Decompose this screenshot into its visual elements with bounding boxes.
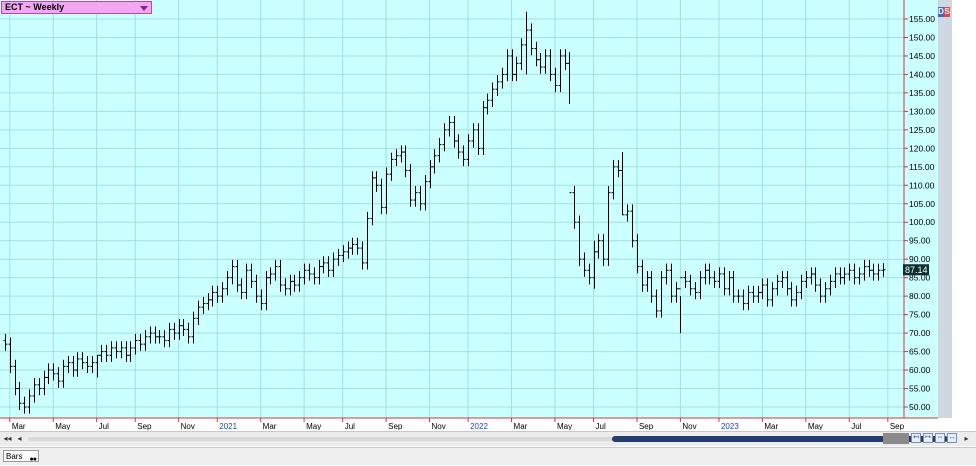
x-tick-label: May bbox=[55, 422, 70, 430]
fit-icon[interactable]: ⇔ bbox=[935, 433, 945, 443]
scroll-right-icon[interactable]: ▸ bbox=[962, 434, 971, 443]
y-tick-label: 105.00 bbox=[909, 199, 935, 209]
x-tick-label: 2022 bbox=[470, 422, 488, 430]
y-tick-label: 130.00 bbox=[909, 106, 935, 116]
scroll-first-icon[interactable]: ◂◂ bbox=[3, 434, 12, 443]
y-tick-label: 100.00 bbox=[909, 217, 935, 227]
y-tick-label: 80.00 bbox=[909, 291, 931, 301]
status-bar: Bars ●● bbox=[0, 447, 976, 465]
x-tick-label: May bbox=[808, 422, 823, 430]
x-tick-label: Jul bbox=[99, 422, 109, 430]
x-tick-label: 2023 bbox=[721, 422, 739, 430]
x-tick-label: Jul bbox=[851, 422, 861, 430]
x-tick-label: Nov bbox=[181, 422, 195, 430]
x-tick-label: Mar bbox=[514, 422, 528, 430]
x-tick-label: Sep bbox=[890, 422, 905, 430]
x-tick-label: Sep bbox=[137, 422, 152, 430]
y-tick-label: 95.00 bbox=[909, 236, 931, 246]
bars-tab-label: Bars bbox=[6, 452, 23, 461]
y-tick-label: 135.00 bbox=[909, 88, 935, 98]
scroll-filler bbox=[883, 433, 909, 444]
time-axis: Mar May Jul Sep Nov 2021 Mar May Jul Sep Nov 2022 Ma… bbox=[9, 418, 905, 430]
x-tick-label: Nov bbox=[682, 422, 696, 430]
y-tick-label: 50.00 bbox=[909, 402, 931, 412]
y-tick-label: 110.00 bbox=[909, 180, 935, 190]
x-tick-label: Nov bbox=[432, 422, 446, 430]
x-tick-label: Mar bbox=[764, 422, 778, 430]
bars-tab[interactable]: Bars ●● bbox=[3, 450, 39, 463]
scroll-left-icon[interactable]: ◂ bbox=[15, 434, 24, 443]
x-tick-label: Sep bbox=[639, 422, 654, 430]
x-tick-label: May bbox=[557, 422, 572, 430]
symbol-label: ECT ~ Weekly bbox=[5, 2, 65, 12]
y-tick-label: 55.00 bbox=[909, 384, 931, 394]
y-tick-label: 145.00 bbox=[909, 51, 935, 61]
y-tick-label: 90.00 bbox=[909, 254, 931, 264]
zoom-in-icon[interactable]: ↦ bbox=[923, 433, 933, 443]
s-badge-icon: S bbox=[944, 7, 950, 17]
right-panel-margin bbox=[952, 0, 976, 418]
y-tick-label: 70.00 bbox=[909, 328, 931, 338]
price-chart: 50.0055.0060.0065.0070.0075.0080.0085.00… bbox=[0, 0, 976, 430]
x-tick-label: May bbox=[306, 422, 321, 430]
y-tick-label: 65.00 bbox=[909, 347, 931, 357]
x-tick-label: Mar bbox=[263, 422, 277, 430]
chevron-down-icon[interactable] bbox=[140, 6, 148, 11]
y-tick-label: 120.00 bbox=[909, 143, 935, 153]
x-tick-label: Sep bbox=[388, 422, 403, 430]
time-scrollbar[interactable]: ◂◂ ◂ ↤ ↦ ⇔ ↔ ▸ bbox=[0, 431, 976, 446]
data-source-badge[interactable]: DS bbox=[938, 7, 951, 18]
last-price-value: 87.14 bbox=[905, 265, 928, 275]
x-tick-label: Jul bbox=[345, 422, 355, 430]
compress-icon[interactable]: ↔ bbox=[947, 433, 957, 443]
y-tick-label: 140.00 bbox=[909, 69, 935, 79]
x-tick-label: 2021 bbox=[219, 422, 237, 430]
x-tick-label: Mar bbox=[12, 422, 26, 430]
right-panel bbox=[938, 0, 952, 418]
y-tick-label: 75.00 bbox=[909, 310, 931, 320]
y-tick-label: 115.00 bbox=[909, 162, 935, 172]
zoom-out-icon[interactable]: ↤ bbox=[911, 433, 921, 443]
x-tick-label: Jul bbox=[596, 422, 606, 430]
glasses-icon: ●● bbox=[29, 456, 38, 463]
y-tick-label: 150.00 bbox=[909, 32, 935, 42]
symbol-selector[interactable]: ECT ~ Weekly bbox=[1, 1, 152, 14]
y-tick-label: 60.00 bbox=[909, 365, 931, 375]
y-tick-label: 155.00 bbox=[909, 14, 935, 24]
last-price-flag: 87.14 bbox=[903, 264, 929, 276]
y-tick-label: 125.00 bbox=[909, 125, 935, 135]
